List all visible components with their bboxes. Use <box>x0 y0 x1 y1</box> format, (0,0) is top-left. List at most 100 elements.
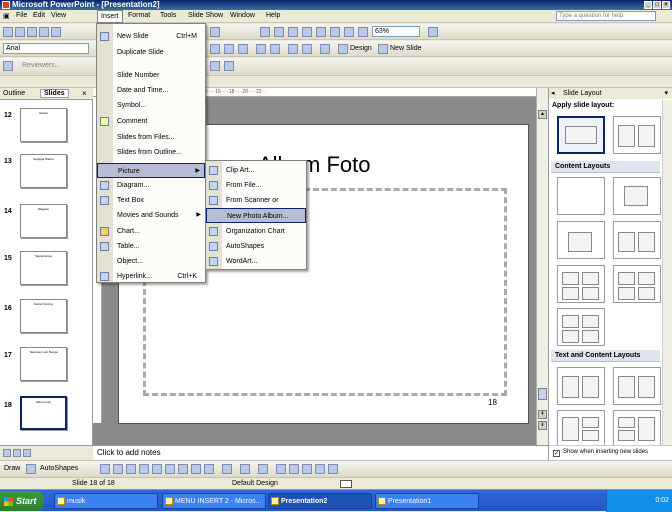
menu-item-symbol[interactable]: Symbol... <box>97 98 205 113</box>
taskbar-button-presentation1[interactable]: Presentation1 <box>375 493 479 509</box>
clipart-icon[interactable] <box>191 464 201 474</box>
shadow-icon[interactable] <box>315 464 325 474</box>
layout-content-text[interactable] <box>613 367 661 405</box>
slide-thumbnail[interactable]: Kelinci Kuning <box>20 299 67 333</box>
new-slide-icon[interactable] <box>378 44 388 54</box>
menu-help[interactable]: Help <box>266 12 280 19</box>
submenu-organization-chart[interactable]: Organization Chart <box>206 224 306 239</box>
submenu-wordart[interactable]: WordArt... <box>206 254 306 269</box>
menu-item-object[interactable]: Object... <box>97 254 205 269</box>
bullets-icon[interactable] <box>238 44 248 54</box>
layout-blank[interactable] <box>557 177 605 215</box>
decrease-indent-icon[interactable] <box>288 44 298 54</box>
save-icon[interactable] <box>27 27 37 37</box>
scroll-thumb[interactable] <box>538 388 547 400</box>
slide-thumbnail-selected[interactable]: Album Foto <box>20 396 67 430</box>
insert-hyperlink-icon[interactable] <box>302 27 312 37</box>
textbox-icon[interactable] <box>152 464 162 474</box>
oval-icon[interactable] <box>139 464 149 474</box>
taskbar-button-musik[interactable]: musik <box>54 493 158 509</box>
autoshapes-menu[interactable]: AutoShapes <box>40 465 78 472</box>
menu-file[interactable]: File <box>16 12 27 19</box>
menu-item-diagram[interactable]: Diagram... <box>97 178 205 193</box>
submenu-clip-art[interactable]: Clip Art... <box>206 163 306 178</box>
color-grayscale-icon[interactable] <box>358 27 368 37</box>
menu-insert[interactable]: Insert <box>97 10 123 23</box>
increase-indent-icon[interactable] <box>302 44 312 54</box>
tables-borders-icon[interactable] <box>288 27 298 37</box>
menu-slide-show[interactable]: Slide Show <box>188 12 223 19</box>
font-color-draw-icon[interactable] <box>258 464 268 474</box>
tab-slides[interactable]: Slides <box>40 89 69 98</box>
minimize-button[interactable]: _ <box>644 1 652 9</box>
slide-thumbnail[interactable]: Relasi <box>20 108 67 142</box>
numbering-icon[interactable] <box>224 44 234 54</box>
grid-icon[interactable] <box>344 27 354 37</box>
font-name-combo[interactable]: Arial <box>3 43 89 54</box>
scroll-up-icon[interactable]: ▲ <box>538 110 547 119</box>
design-button[interactable]: Design <box>350 45 372 52</box>
chart-icon[interactable] <box>260 27 270 37</box>
increase-font-icon[interactable] <box>256 44 266 54</box>
menu-item-text-box[interactable]: Text Box <box>97 193 205 208</box>
submenu-new-photo-album[interactable]: New Photo Album... <box>206 208 306 223</box>
menu-tools[interactable]: Tools <box>160 12 176 19</box>
menu-item-slide-number[interactable]: Slide Number <box>97 68 205 83</box>
layout-two-column[interactable] <box>613 116 661 154</box>
layout-four-content[interactable] <box>557 265 605 303</box>
align-right-icon[interactable] <box>210 44 220 54</box>
document-icon[interactable]: ▣ <box>3 12 10 20</box>
expand-icon[interactable] <box>316 27 326 37</box>
taskbar-button-presentation2[interactable]: Presentation2 <box>268 493 372 509</box>
menu-edit[interactable]: Edit <box>33 12 45 19</box>
open-icon[interactable] <box>15 27 25 37</box>
close-pane-icon[interactable]: × <box>82 89 87 98</box>
menu-item-date-time[interactable]: Date and Time... <box>97 83 205 98</box>
draw-menu[interactable]: Draw <box>4 465 20 472</box>
layout-title-content[interactable] <box>557 221 605 259</box>
slide-thumbnail[interactable]: Diagram <box>20 204 67 238</box>
review-pane-icon[interactable] <box>224 61 234 71</box>
menu-item-slides-from-outline[interactable]: Slides from Outline... <box>97 145 205 160</box>
menu-item-duplicate-slide[interactable]: Duplicate Slide <box>97 45 205 60</box>
diagram-icon[interactable] <box>178 464 188 474</box>
slide-thumbnail[interactable]: Tanaman Lain Bunga <box>20 347 67 381</box>
help-icon[interactable] <box>428 27 438 37</box>
submenu-autoshapes[interactable]: AutoShapes <box>206 239 306 254</box>
layout-four-content-small[interactable] <box>557 308 605 346</box>
new-icon[interactable] <box>3 27 13 37</box>
task-pane-scrollbar[interactable] <box>662 100 672 445</box>
close-button[interactable]: × <box>662 1 670 9</box>
notes-pane[interactable]: Click to add notes <box>93 445 548 460</box>
preview-icon[interactable] <box>51 27 61 37</box>
markup-icon[interactable] <box>3 61 13 71</box>
menu-item-chart[interactable]: Chart... <box>97 224 205 239</box>
menu-item-comment[interactable]: Comment <box>97 114 205 129</box>
menu-item-picture[interactable]: Picture ▶ <box>97 163 205 178</box>
menu-item-new-slide[interactable]: New Slide Ctrl+M <box>97 29 205 44</box>
select-objects-icon[interactable] <box>26 464 36 474</box>
menu-format[interactable]: Format <box>128 12 150 19</box>
menu-item-slides-from-files[interactable]: Slides from Files... <box>97 130 205 145</box>
task-pane-menu-icon[interactable]: ▾ <box>664 88 668 99</box>
next-slide-icon[interactable]: ⇟ <box>538 421 547 430</box>
reviewers-button[interactable]: Reviewers... <box>22 62 61 69</box>
slide-sorter-icon[interactable] <box>13 449 21 457</box>
submenu-from-file[interactable]: From File... <box>206 178 306 193</box>
menu-item-movies-sounds[interactable]: Movies and Sounds ▶ <box>97 208 205 223</box>
wordart-icon[interactable] <box>165 464 175 474</box>
prev-slide-icon[interactable]: ⇞ <box>538 410 547 419</box>
slide-thumbnail[interactable]: Sayap Emas <box>20 251 67 285</box>
show-when-inserting-checkbox[interactable]: ✓ <box>553 450 560 457</box>
print-icon[interactable] <box>39 27 49 37</box>
start-button[interactable]: Start <box>0 491 44 511</box>
menu-window[interactable]: Window <box>230 12 255 19</box>
normal-view-icon[interactable] <box>3 449 11 457</box>
ask-question-input[interactable]: Type a question for help <box>556 11 656 21</box>
menu-item-table[interactable]: Table... <box>97 239 205 254</box>
layout-two-content-text[interactable] <box>613 410 661 448</box>
table-icon[interactable] <box>274 27 284 37</box>
line-color-icon[interactable] <box>240 464 250 474</box>
dash-style-icon[interactable] <box>289 464 299 474</box>
slide-thumbnail[interactable]: Segitiga Warna <box>20 154 67 188</box>
